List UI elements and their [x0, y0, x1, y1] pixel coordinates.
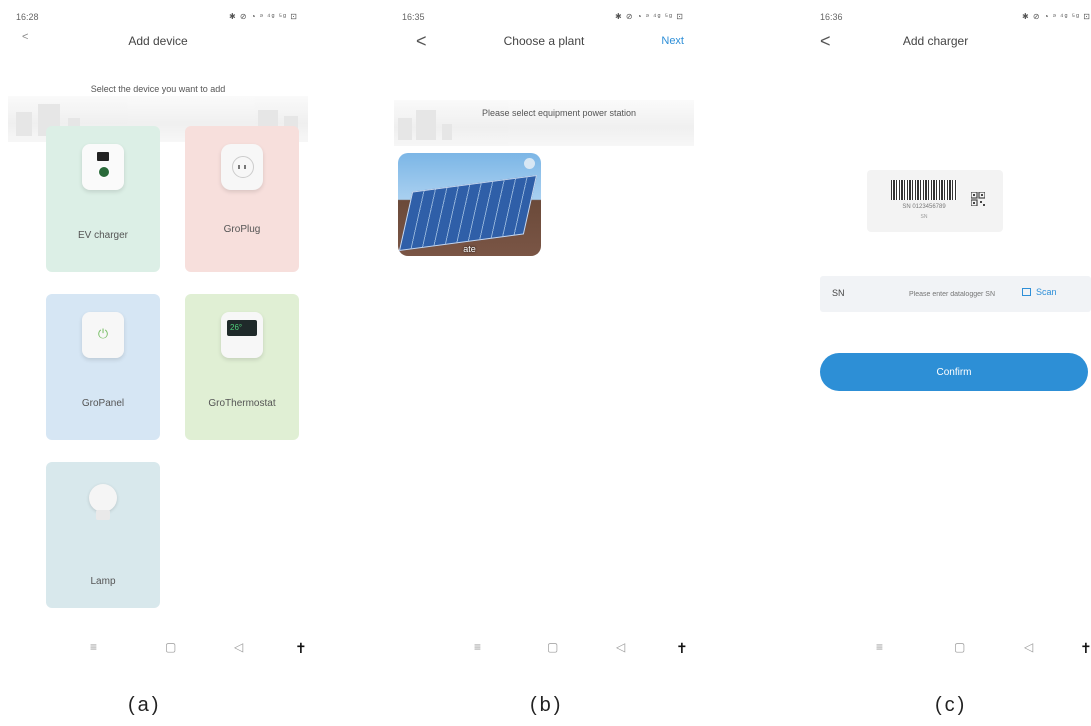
device-label: Lamp [90, 576, 116, 587]
confirm-button[interactable]: Confirm [820, 353, 1088, 391]
screen-add-device: 16:28 ✱ ⊘ ◔ ᵊ ⁴ᵍ ⁵ᵍ ⊡ < Add device Selec… [8, 0, 308, 680]
plug-icon [221, 144, 263, 190]
device-tile-gropanel[interactable]: ⏻ GroPanel [46, 294, 160, 440]
solar-panel-image [398, 174, 538, 252]
home-icon[interactable]: ▢ [547, 640, 558, 654]
status-time: 16:35 [402, 12, 425, 22]
device-tile-grothermostat[interactable]: 26° GroThermostat [185, 294, 299, 440]
back-nav-icon[interactable]: ◁ [616, 640, 625, 654]
home-icon[interactable]: ▢ [954, 640, 965, 654]
sn-input-row: SN Scan [820, 276, 1091, 312]
lamp-icon [82, 480, 124, 526]
thermostat-icon: 26° [221, 312, 263, 358]
page-title: Add device [128, 34, 188, 48]
system-nav-bar: ≡ ▢ ◁ ✝ [800, 640, 1091, 660]
caption-c: (c) [935, 694, 968, 716]
device-label: GroPanel [81, 398, 125, 409]
barcode-sn-text: SN 0123456789 [902, 204, 946, 210]
qr-code-icon [970, 191, 986, 207]
device-label: GroPlug [223, 224, 261, 235]
plant-card[interactable]: ate [398, 153, 541, 256]
status-bar: 16:28 ✱ ⊘ ◔ ᵊ ⁴ᵍ ⁵ᵍ ⊡ [8, 10, 308, 26]
skyline-decoration [394, 100, 694, 146]
caption-a: (a) [128, 694, 162, 716]
accessibility-icon[interactable]: ✝ [1080, 640, 1091, 657]
next-button[interactable]: Next [661, 35, 684, 47]
screen-choose-plant: 16:35 ✱ ⊘ ◔ ᵊ ⁴ᵍ ⁵ᵍ ⊡ < Choose a plant N… [394, 0, 694, 680]
device-tile-ev-charger[interactable]: EV charger [46, 126, 160, 272]
ev-charger-icon [82, 144, 124, 190]
status-bar: 16:35 ✱ ⊘ ◔ ᵊ ⁴ᵍ ⁵ᵍ ⊡ [394, 10, 694, 26]
top-bar: < Add device [8, 28, 308, 54]
system-nav-bar: ≡ ▢ ◁ ✝ [394, 640, 694, 660]
status-bar: 16:36 ✱ ⊘ ◔ ᵊ ⁴ᵍ ⁵ᵍ ⊡ [800, 10, 1091, 26]
status-time: 16:36 [820, 12, 843, 22]
home-icon[interactable]: ▢ [165, 640, 176, 654]
scan-icon [1022, 288, 1031, 296]
menu-icon[interactable]: ≡ [876, 640, 883, 654]
select-check-icon[interactable] [524, 158, 535, 169]
subtitle: Select the device you want to add [90, 84, 226, 94]
device-tile-lamp[interactable]: Lamp [46, 462, 160, 608]
subtitle: Please select equipment power station [481, 108, 637, 118]
accessibility-icon[interactable]: ✝ [295, 640, 307, 657]
caption-b: (b) [530, 694, 564, 716]
menu-icon[interactable]: ≡ [474, 640, 481, 654]
status-icons: ✱ ⊘ ◔ ᵊ ⁴ᵍ ⁵ᵍ ⊡ [614, 12, 684, 21]
sn-input[interactable] [900, 280, 1004, 308]
panel-switch-icon: ⏻ [82, 312, 124, 358]
thermostat-display: 26° [227, 320, 257, 336]
sn-label: SN [832, 288, 845, 298]
barcode-image [891, 180, 957, 200]
barcode-sn-caption: SN [920, 214, 928, 220]
device-label: EV charger [77, 230, 129, 241]
back-nav-icon[interactable]: ◁ [234, 640, 243, 654]
barcode-example-card: SN 0123456789 SN [867, 170, 1003, 232]
status-icons: ✱ ⊘ ◔ ᵊ ⁴ᵍ ⁵ᵍ ⊡ [1021, 12, 1091, 21]
device-label: GroThermostat [208, 398, 276, 409]
top-bar: < Add charger [800, 28, 1091, 54]
menu-icon[interactable]: ≡ [90, 640, 97, 654]
status-icons: ✱ ⊘ ◔ ᵊ ⁴ᵍ ⁵ᵍ ⊡ [228, 12, 298, 21]
accessibility-icon[interactable]: ✝ [676, 640, 688, 657]
status-time: 16:28 [16, 12, 39, 22]
plant-name: ate [463, 244, 476, 254]
top-bar: < Choose a plant Next [394, 28, 694, 54]
scan-label: Scan [1036, 287, 1057, 297]
system-nav-bar: ≡ ▢ ◁ ✝ [8, 640, 308, 660]
device-tile-groplug[interactable]: GroPlug [185, 126, 299, 272]
page-title: Choose a plant [503, 34, 585, 48]
page-title: Add charger [902, 34, 969, 48]
screen-add-charger: 16:36 ✱ ⊘ ◔ ᵊ ⁴ᵍ ⁵ᵍ ⊡ < Add charger SN 0… [800, 0, 1091, 680]
back-nav-icon[interactable]: ◁ [1024, 640, 1033, 654]
scan-button[interactable]: Scan [1022, 287, 1057, 297]
